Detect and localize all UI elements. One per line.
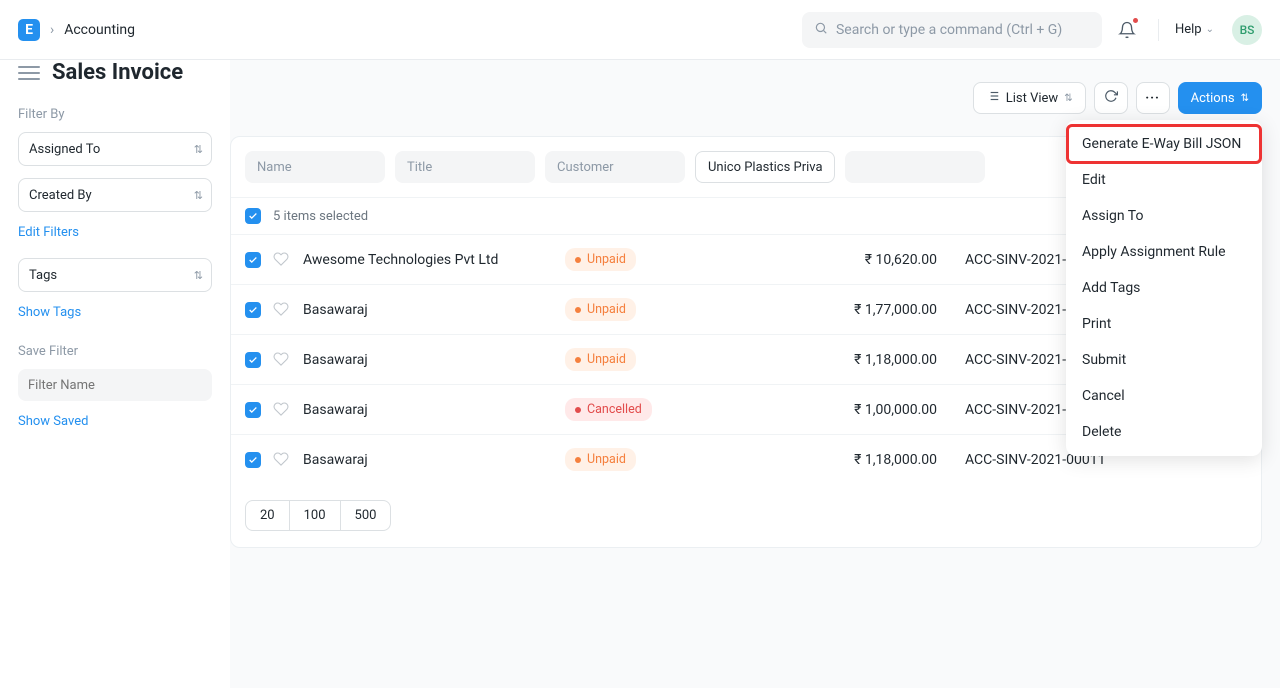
status-badge: Cancelled: [565, 398, 652, 421]
row-amount: ₹ 1,00,000.00: [777, 402, 937, 418]
filter-customer-col[interactable]: Customer: [545, 151, 685, 183]
selection-count: 5 items selected: [273, 209, 368, 224]
tags-select[interactable]: Tags ⇅: [18, 258, 212, 292]
page-size-selector: 20 100 500: [245, 500, 391, 531]
action-submit[interactable]: Submit: [1066, 342, 1262, 378]
search-icon: [814, 21, 828, 39]
assigned-to-label: Assigned To: [29, 142, 100, 157]
actions-button[interactable]: Actions ⇅: [1178, 82, 1262, 114]
like-button[interactable]: [273, 351, 291, 369]
bell-icon: [1118, 21, 1136, 39]
help-label: Help: [1175, 22, 1202, 37]
action-assign-to[interactable]: Assign To: [1066, 198, 1262, 234]
page-size-500[interactable]: 500: [341, 501, 391, 530]
status-badge: Unpaid: [565, 448, 636, 471]
row-amount: ₹ 1,18,000.00: [777, 352, 937, 368]
page-actions: List View ⇅ ··· Actions ⇅ Generate E-Way…: [230, 82, 1280, 114]
list-icon: [986, 89, 1000, 107]
status-dot-icon: [575, 357, 581, 363]
status-dot-icon: [575, 257, 581, 263]
select-icon: ⇅: [1241, 93, 1249, 104]
row-checkbox[interactable]: [245, 452, 261, 468]
chevron-down-icon: ⌄: [1206, 24, 1214, 35]
row-checkbox[interactable]: [245, 402, 261, 418]
filter-name-input[interactable]: [18, 369, 212, 401]
actions-label: Actions: [1191, 91, 1235, 106]
status-dot-icon: [575, 407, 581, 413]
status-badge: Unpaid: [565, 248, 636, 271]
refresh-icon: [1104, 89, 1118, 107]
filter-name-col[interactable]: Name: [245, 151, 385, 183]
user-avatar[interactable]: BS: [1232, 15, 1262, 45]
row-customer: Basawaraj: [303, 402, 553, 418]
divider: [1158, 19, 1159, 41]
row-amount: ₹ 1,18,000.00: [777, 452, 937, 468]
filter-sidebar: Filter By Assigned To ⇅ Created By ⇅ Edi…: [0, 85, 230, 469]
actions-dropdown: Generate E-Way Bill JSON Edit Assign To …: [1066, 120, 1262, 456]
filter-title-col[interactable]: Title: [395, 151, 535, 183]
created-by-select[interactable]: Created By ⇅: [18, 178, 212, 212]
like-button[interactable]: [273, 251, 291, 269]
action-generate-eway[interactable]: Generate E-Way Bill JSON: [1066, 124, 1262, 164]
select-all-checkbox[interactable]: [245, 208, 261, 224]
breadcrumb-item[interactable]: Accounting: [64, 22, 135, 38]
page-size-100[interactable]: 100: [290, 501, 341, 530]
select-icon: ⇅: [194, 269, 201, 282]
status-dot-icon: [575, 307, 581, 313]
select-icon: ⇅: [194, 143, 201, 156]
row-amount: ₹ 1,77,000.00: [777, 302, 937, 318]
show-tags-link[interactable]: Show Tags: [18, 305, 81, 320]
dots-icon: ···: [1145, 91, 1160, 106]
filter-customer-value[interactable]: Unico Plastics Priva: [695, 151, 835, 183]
action-print[interactable]: Print: [1066, 306, 1262, 342]
action-edit[interactable]: Edit: [1066, 162, 1262, 198]
notifications-button[interactable]: [1112, 15, 1142, 45]
list-view-label: List View: [1006, 91, 1058, 106]
show-saved-link[interactable]: Show Saved: [18, 414, 88, 429]
edit-filters-link[interactable]: Edit Filters: [18, 225, 79, 240]
help-menu[interactable]: Help ⌄: [1175, 22, 1214, 37]
page-body: List View ⇅ ··· Actions ⇅ Generate E-Way…: [230, 60, 1280, 688]
row-customer: Awesome Technologies Pvt Ltd: [303, 252, 553, 268]
row-amount: ₹ 10,620.00: [777, 252, 937, 268]
refresh-button[interactable]: [1094, 82, 1128, 114]
row-customer: Basawaraj: [303, 452, 553, 468]
breadcrumb: › Accounting: [50, 22, 135, 38]
sidebar-toggle[interactable]: [18, 62, 40, 84]
like-button[interactable]: [273, 451, 291, 469]
list-view-button[interactable]: List View ⇅: [973, 82, 1086, 114]
chevron-right-icon: ›: [50, 22, 54, 38]
status-badge: Unpaid: [565, 298, 636, 321]
navbar: E › Accounting Search or type a command …: [0, 0, 1280, 60]
status-dot-icon: [575, 457, 581, 463]
row-checkbox[interactable]: [245, 252, 261, 268]
action-add-tags[interactable]: Add Tags: [1066, 270, 1262, 306]
select-icon: ⇅: [194, 189, 201, 202]
global-search[interactable]: Search or type a command (Ctrl + G): [802, 12, 1102, 48]
row-customer: Basawaraj: [303, 352, 553, 368]
assigned-to-select[interactable]: Assigned To ⇅: [18, 132, 212, 166]
select-icon: ⇅: [1064, 93, 1072, 104]
filter-empty-col[interactable]: [845, 151, 985, 183]
filter-by-heading: Filter By: [18, 107, 212, 122]
row-checkbox[interactable]: [245, 352, 261, 368]
like-button[interactable]: [273, 401, 291, 419]
status-badge: Unpaid: [565, 348, 636, 371]
action-apply-rule[interactable]: Apply Assignment Rule: [1066, 234, 1262, 270]
action-delete[interactable]: Delete: [1066, 414, 1262, 450]
action-cancel[interactable]: Cancel: [1066, 378, 1262, 414]
row-customer: Basawaraj: [303, 302, 553, 318]
search-placeholder: Search or type a command (Ctrl + G): [836, 22, 1062, 38]
page-title: Sales Invoice: [52, 60, 183, 85]
page-size-20[interactable]: 20: [246, 501, 290, 530]
save-filter-heading: Save Filter: [18, 344, 212, 359]
like-button[interactable]: [273, 301, 291, 319]
menu-button[interactable]: ···: [1136, 82, 1170, 114]
row-checkbox[interactable]: [245, 302, 261, 318]
app-logo[interactable]: E: [18, 19, 40, 41]
created-by-label: Created By: [29, 188, 92, 203]
tags-label: Tags: [29, 268, 57, 283]
